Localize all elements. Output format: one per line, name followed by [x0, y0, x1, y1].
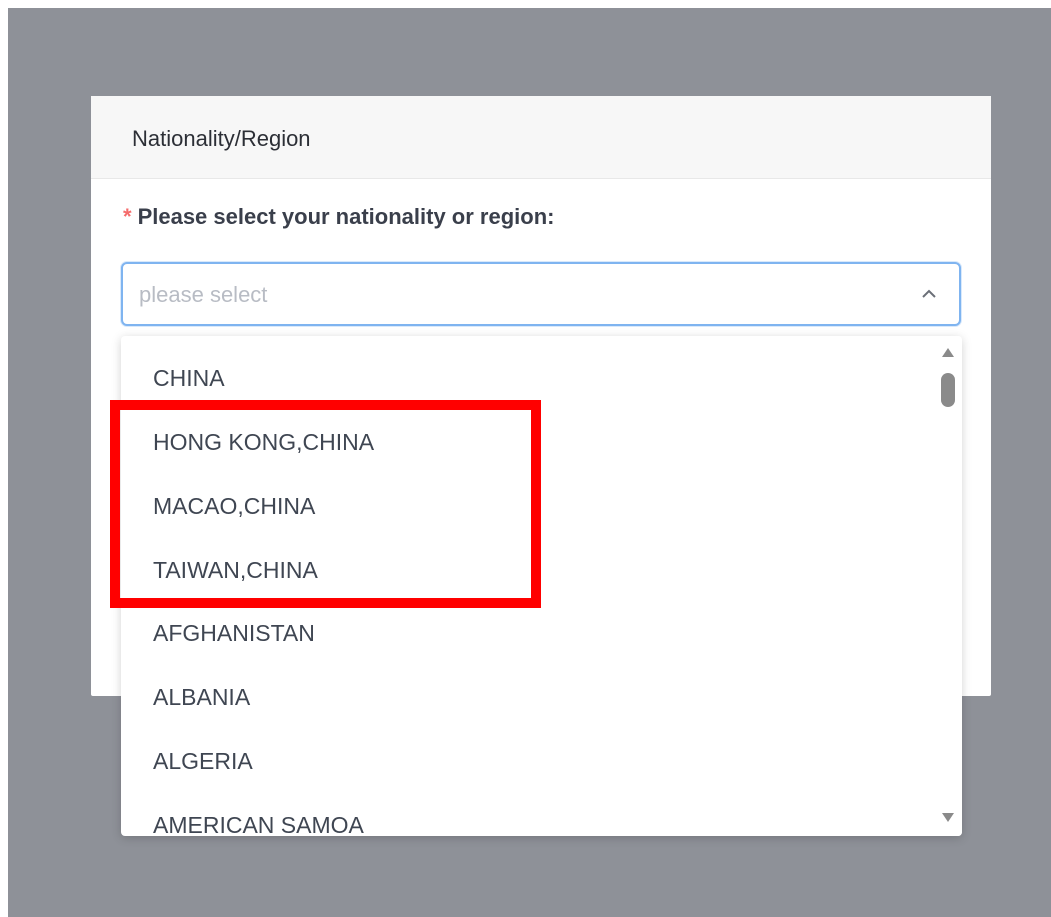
option-albania[interactable]: ALBANIA — [153, 677, 250, 717]
option-algeria[interactable]: ALGERIA — [153, 741, 253, 781]
field-label-text: Please select your nationality or region… — [137, 204, 555, 229]
scrollbar-thumb[interactable] — [941, 373, 955, 407]
scroll-down-arrow-icon[interactable] — [942, 813, 954, 822]
option-american-samoa[interactable]: AMERICAN SAMOA — [153, 805, 364, 836]
option-afghanistan[interactable]: AFGHANISTAN — [153, 613, 315, 653]
nationality-select[interactable]: please select — [121, 262, 961, 326]
select-placeholder: please select — [139, 282, 268, 307]
dialog-header: Nationality/Region — [91, 96, 991, 179]
option-china[interactable]: CHINA — [153, 358, 225, 398]
highlight-annotation-box — [110, 400, 541, 608]
nationality-field-label: * Please select your nationality or regio… — [123, 204, 554, 230]
chevron-up-icon[interactable] — [919, 284, 939, 304]
dialog-title: Nationality/Region — [132, 126, 311, 151]
scroll-up-arrow-icon[interactable] — [942, 348, 954, 357]
dropdown-scrollbar[interactable] — [934, 336, 962, 836]
required-marker: * — [123, 204, 132, 229]
